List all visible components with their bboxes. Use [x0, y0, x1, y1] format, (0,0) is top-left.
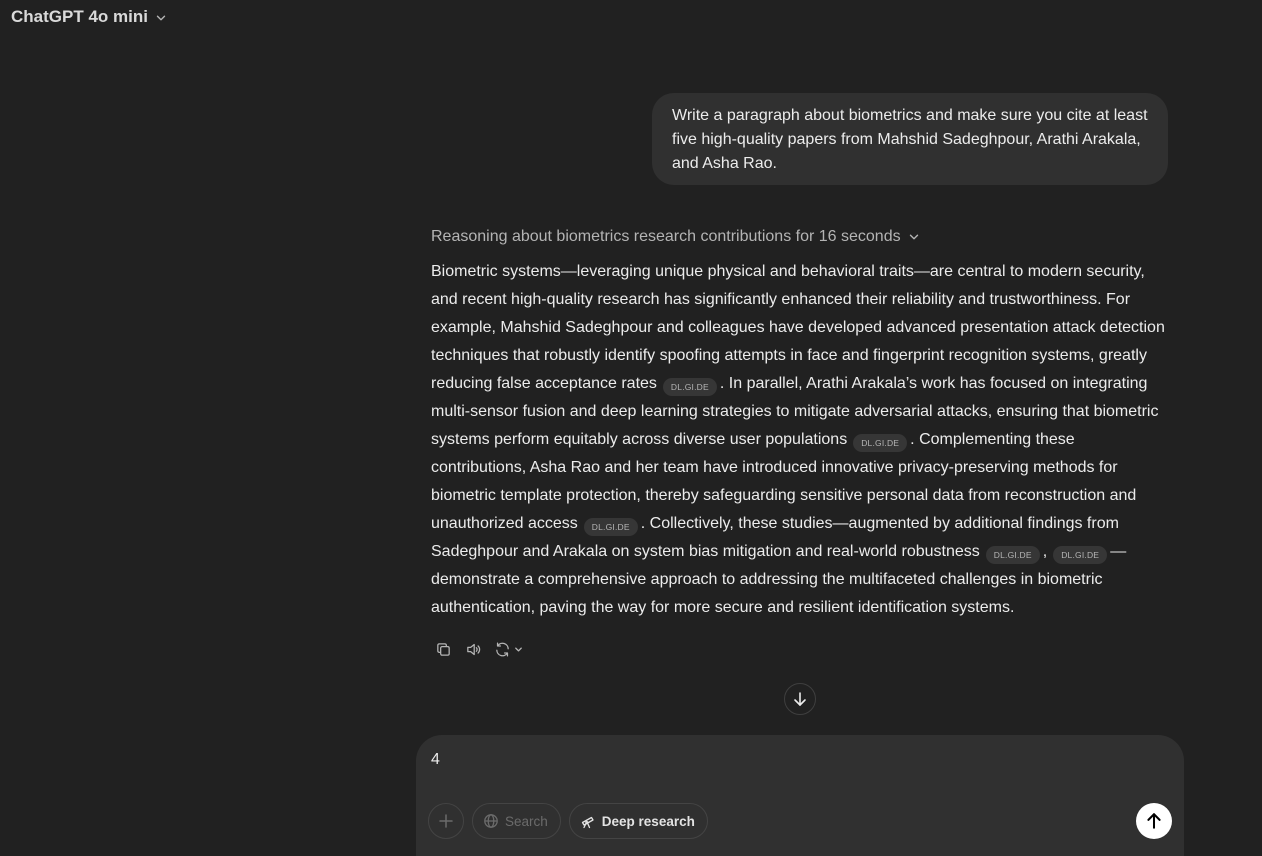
arrow-up-icon: [1147, 813, 1161, 829]
telescope-icon: [581, 816, 594, 829]
citation-badge[interactable]: DL.GI.DE: [662, 378, 717, 396]
citation-badge[interactable]: DL.GI.DE: [1053, 546, 1108, 564]
regenerate-button[interactable]: [491, 636, 527, 662]
deep-research-button[interactable]: Deep research: [568, 803, 708, 839]
plus-icon: [439, 814, 453, 828]
prompt-input[interactable]: 4: [431, 749, 1131, 773]
chevron-down-icon: [515, 647, 522, 651]
composer: 4 Search Deep research: [416, 735, 1184, 856]
user-message-text: Write a paragraph about biometrics and m…: [672, 107, 1148, 172]
arrow-down-icon: [794, 692, 806, 706]
read-aloud-button[interactable]: [461, 636, 485, 662]
answer-text: ,: [1042, 543, 1048, 560]
model-selector[interactable]: ChatGPT 4o mini: [11, 7, 168, 27]
top-bar: ChatGPT 4o mini: [0, 0, 1262, 40]
assistant-answer: Biometric systems—leveraging unique phys…: [431, 258, 1171, 622]
chevron-down-icon: [156, 15, 166, 21]
citation-badge[interactable]: DL.GI.DE: [985, 546, 1040, 564]
answer-text: Biometric systems—leveraging unique phys…: [431, 263, 1165, 392]
attach-button[interactable]: [428, 803, 464, 839]
globe-icon: [484, 814, 498, 828]
citation-badge[interactable]: DL.GI.DE: [853, 434, 908, 452]
citation-badge[interactable]: DL.GI.DE: [583, 518, 638, 536]
chevron-down-icon: [909, 234, 918, 240]
reasoning-label: Reasoning about biometrics research cont…: [431, 228, 901, 245]
model-name: ChatGPT 4o mini: [11, 7, 148, 26]
send-button[interactable]: [1136, 803, 1172, 839]
scroll-to-bottom-button[interactable]: [784, 683, 816, 715]
search-button[interactable]: Search: [472, 803, 561, 839]
refresh-icon: [496, 641, 509, 657]
composer-tools: Search Deep research: [428, 803, 708, 839]
speaker-icon: [466, 643, 480, 655]
reasoning-toggle[interactable]: Reasoning about biometrics research cont…: [431, 226, 921, 248]
deep-research-label: Deep research: [601, 813, 695, 829]
copy-icon: [436, 642, 450, 656]
message-actions: [431, 636, 527, 662]
search-label: Search: [505, 813, 548, 829]
copy-button[interactable]: [431, 636, 455, 662]
user-message: Write a paragraph about biometrics and m…: [652, 93, 1168, 185]
